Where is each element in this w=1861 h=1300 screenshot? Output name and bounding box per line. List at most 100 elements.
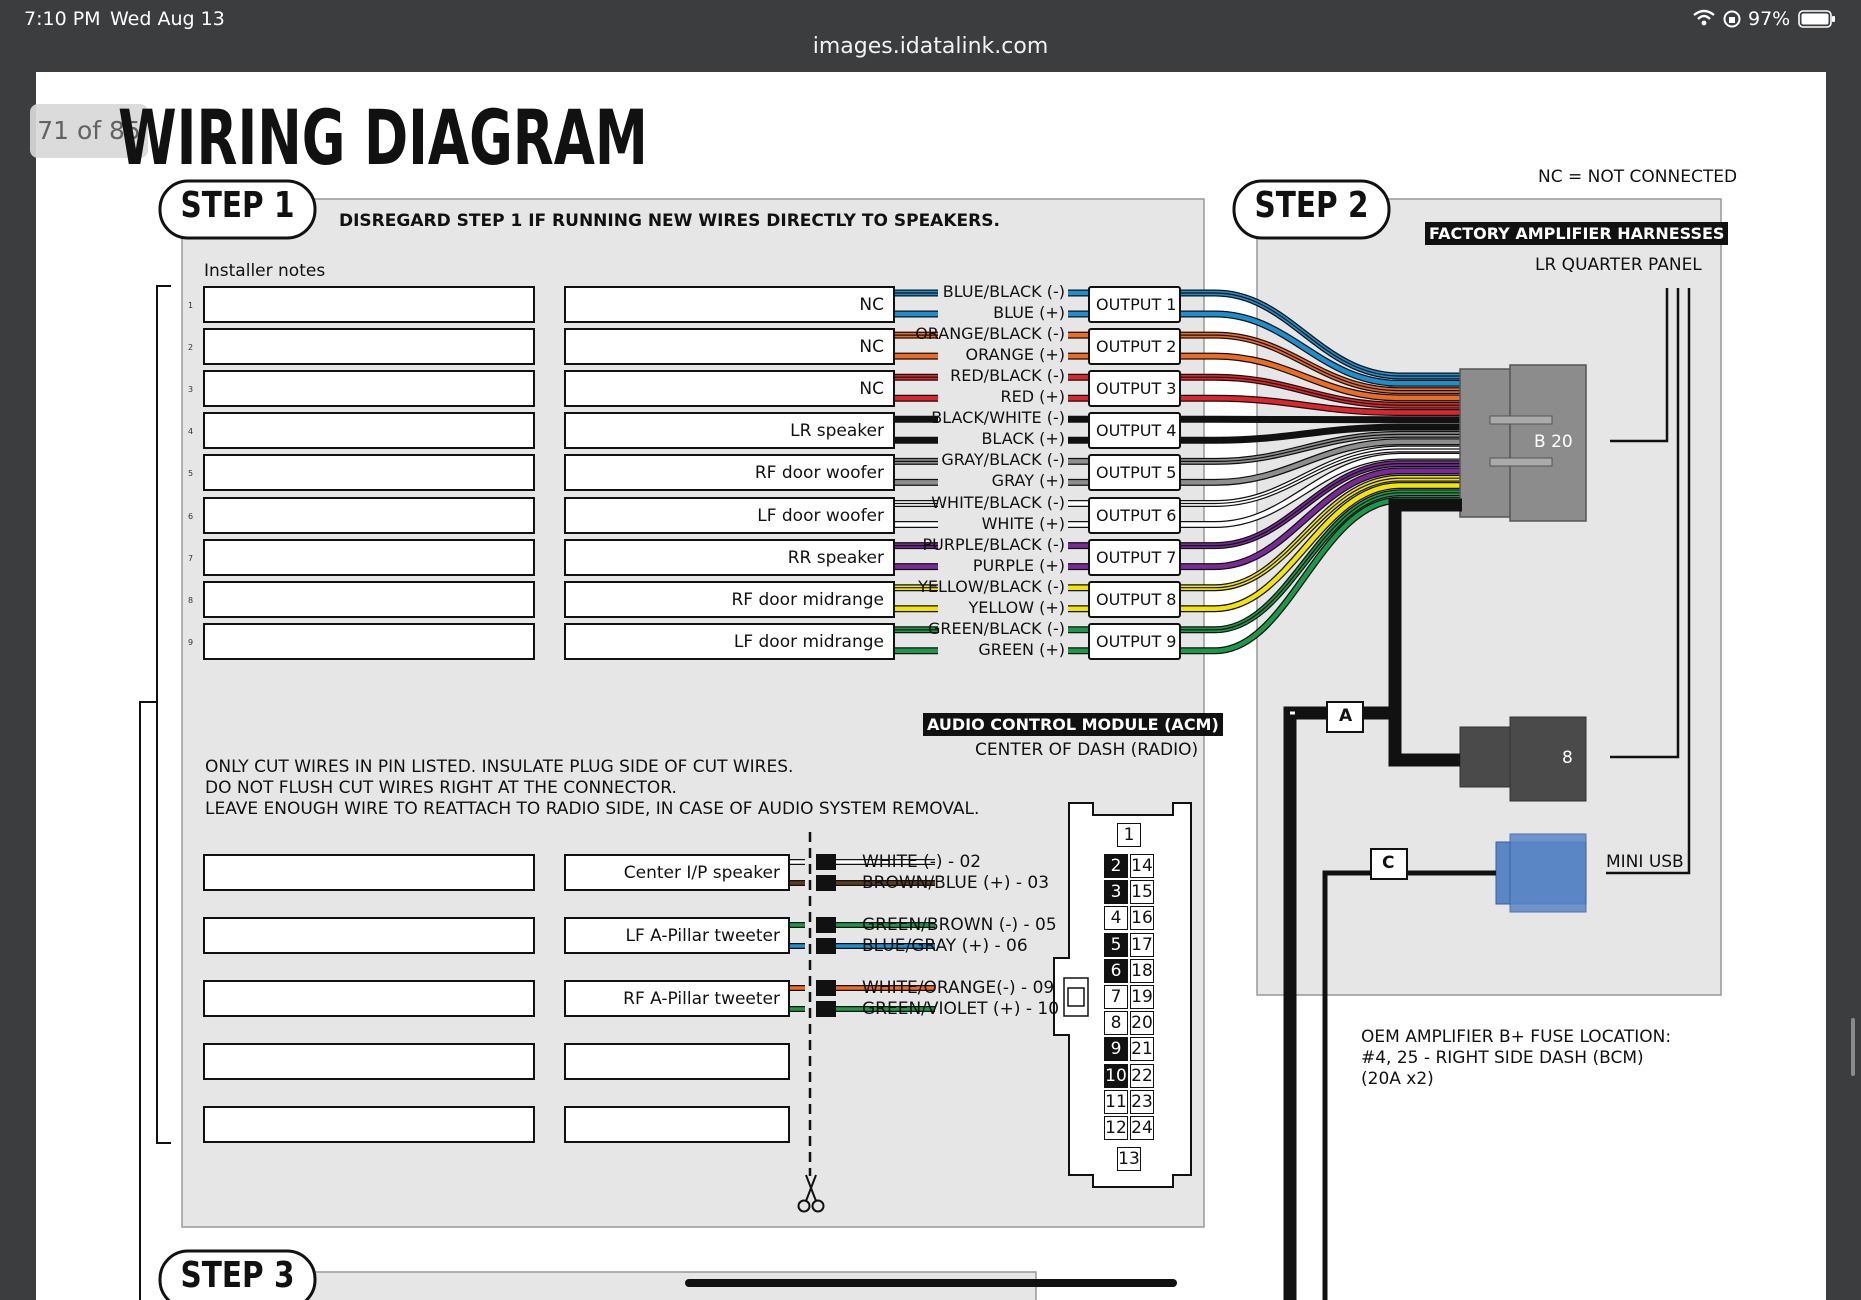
- output-label: OUTPUT 2: [1096, 337, 1177, 357]
- speaker-label: LR speaker: [790, 421, 884, 442]
- acm-instruction-1: ONLY CUT WIRES IN PIN LISTED. INSULATE P…: [205, 757, 794, 777]
- output-label: OUTPUT 4: [1096, 421, 1177, 441]
- cut-wire-1-label: GREEN/BROWN (-) - 05: [862, 915, 1057, 935]
- connector-b-label: B 20: [1534, 432, 1573, 452]
- row-number: 2: [188, 343, 194, 353]
- acm-pin: 22: [1130, 1063, 1154, 1088]
- speaker-label: RF door woofer: [754, 463, 884, 484]
- wire-neg-label: BLUE/BLACK (-): [942, 282, 1065, 301]
- marker-a: A: [1339, 706, 1353, 726]
- fuse-note-line-1: OEM AMPLIFIER B+ FUSE LOCATION:: [1361, 1027, 1672, 1047]
- installer-note-field[interactable]: [203, 622, 535, 660]
- acm-pin: 8: [1104, 1011, 1128, 1036]
- cut-label-box: [564, 1106, 790, 1143]
- installer-note-field[interactable]: [203, 496, 535, 534]
- wire-neg-label: GREEN/BLACK (-): [927, 618, 1065, 638]
- installer-note-field[interactable]: [203, 854, 535, 891]
- acm-pin-top: 1: [1117, 823, 1141, 847]
- wire-pos-label: BLUE (+): [993, 303, 1065, 322]
- row-number: 5: [188, 469, 194, 479]
- acm-pin: 14: [1130, 854, 1154, 878]
- cut-label: LF A-Pillar tweeter: [625, 926, 780, 946]
- wire-pos-label: WHITE (+): [981, 513, 1065, 533]
- marker-c: C: [1382, 853, 1395, 873]
- installer-note-field[interactable]: [203, 1106, 535, 1143]
- acm-pin: 11: [1104, 1089, 1128, 1114]
- acm-pin-bottom: 13: [1117, 1147, 1141, 1171]
- installer-note-field[interactable]: [203, 1043, 535, 1080]
- wire-neg-label: GRAY/BLACK (-): [941, 450, 1065, 470]
- row-number: 3: [188, 385, 194, 395]
- screenshot-stage: 7:10 PM Wed Aug 13 97% images.idatalink.…: [0, 0, 1861, 1300]
- installer-note-field[interactable]: [203, 286, 535, 323]
- mini-usb-label: MINI USB: [1606, 852, 1684, 872]
- wire-pos-label: YELLOW (+): [968, 597, 1065, 617]
- cut-wire-2-label: BLUE/GRAY (+) - 06: [862, 936, 1028, 956]
- row-number: 1: [188, 301, 194, 310]
- speaker-label: RR speaker: [787, 547, 884, 568]
- cut-wire-1-label: WHITE/ORANGE(-) - 09: [862, 978, 1055, 998]
- speaker-label: LF door midrange: [733, 631, 884, 652]
- wire-pos-label: GREEN (+): [978, 639, 1065, 659]
- row-number: 6: [188, 511, 194, 521]
- installer-notes-label: Installer notes: [204, 261, 326, 281]
- row-number: 7: [188, 553, 194, 563]
- harness-location: LR QUARTER PANEL: [1535, 255, 1702, 275]
- wire-neg-label: BLACK/WHITE (-): [931, 408, 1065, 428]
- cut-label-box: [564, 1043, 790, 1080]
- output-label: OUTPUT 5: [1096, 463, 1177, 483]
- installer-note-field[interactable]: [203, 917, 535, 954]
- wire-pos-label: ORANGE (+): [965, 345, 1065, 365]
- step1-disregard-note: DISREGARD STEP 1 IF RUNNING NEW WIRES DI…: [339, 211, 1000, 231]
- acm-pin: 10: [1104, 1063, 1128, 1088]
- installer-note-field[interactable]: [203, 412, 535, 450]
- speaker-label: LF door woofer: [757, 505, 884, 526]
- acm-pin: 6: [1104, 958, 1128, 983]
- acm-pin: 17: [1130, 932, 1154, 957]
- speaker-label: NC: [859, 295, 884, 315]
- output-label: OUTPUT 9: [1096, 631, 1177, 651]
- cut-wire-2-label: BROWN/BLUE (+) - 03: [862, 873, 1050, 893]
- speaker-label: NC: [859, 379, 884, 400]
- acm-instruction-2: DO NOT FLUSH CUT WIRES RIGHT AT THE CONN…: [205, 778, 677, 798]
- wire-pos-label: PURPLE (+): [972, 555, 1065, 575]
- acm-pin: 3: [1104, 880, 1128, 905]
- cut-label: Center I/P speaker: [623, 863, 780, 883]
- row-number: 4: [188, 427, 194, 437]
- installer-note-field[interactable]: [203, 580, 535, 618]
- nc-note: NC = NOT CONNECTED: [1538, 167, 1738, 187]
- wire-neg-label: YELLOW/BLACK (-): [918, 576, 1065, 596]
- installer-note-field[interactable]: [203, 454, 535, 492]
- installer-note-field[interactable]: [203, 980, 535, 1017]
- installer-note-field[interactable]: [203, 328, 535, 366]
- row-number: 9: [188, 637, 194, 647]
- speaker-label: NC: [859, 337, 884, 358]
- wire-neg-label: ORANGE/BLACK (-): [915, 324, 1065, 344]
- connector-8-label: 8: [1562, 748, 1573, 768]
- cut-wire-2-label: GREEN/VIOLET (+) - 10: [862, 999, 1060, 1019]
- fuse-note-line-2: #4, 25 - RIGHT SIDE DASH (BCM): [1361, 1048, 1644, 1068]
- installer-note-field[interactable]: [203, 370, 535, 408]
- wire-pos-label: BLACK (+): [981, 429, 1065, 449]
- output-label: OUTPUT 8: [1096, 589, 1177, 609]
- acm-pin: 23: [1130, 1089, 1154, 1114]
- wire-neg-label: PURPLE/BLACK (-): [922, 534, 1065, 554]
- acm-pin: 9: [1104, 1037, 1128, 1062]
- acm-pin: 5: [1104, 932, 1128, 957]
- acm-pin: 2: [1104, 854, 1128, 878]
- acm-pin: 24: [1130, 1116, 1154, 1140]
- installer-note-field[interactable]: [203, 538, 535, 576]
- page-title: WIRING DIAGRAM: [118, 93, 648, 182]
- step2-label: STEP 2: [1254, 185, 1369, 226]
- acm-pin: 4: [1104, 906, 1128, 931]
- speaker-label: RF door midrange: [731, 589, 885, 610]
- acm-pin: 18: [1130, 958, 1154, 983]
- output-label: OUTPUT 1: [1096, 295, 1177, 314]
- cut-label: RF A-Pillar tweeter: [623, 989, 780, 1009]
- acm-title: AUDIO CONTROL MODULE (ACM): [923, 713, 1223, 736]
- acm-pin: 15: [1130, 880, 1154, 905]
- home-indicator[interactable]: [685, 1279, 1177, 1287]
- factory-harness-title: FACTORY AMPLIFIER HARNESSES: [1425, 222, 1729, 245]
- acm-pin: 21: [1130, 1037, 1154, 1062]
- step1-label: STEP 1: [180, 185, 295, 226]
